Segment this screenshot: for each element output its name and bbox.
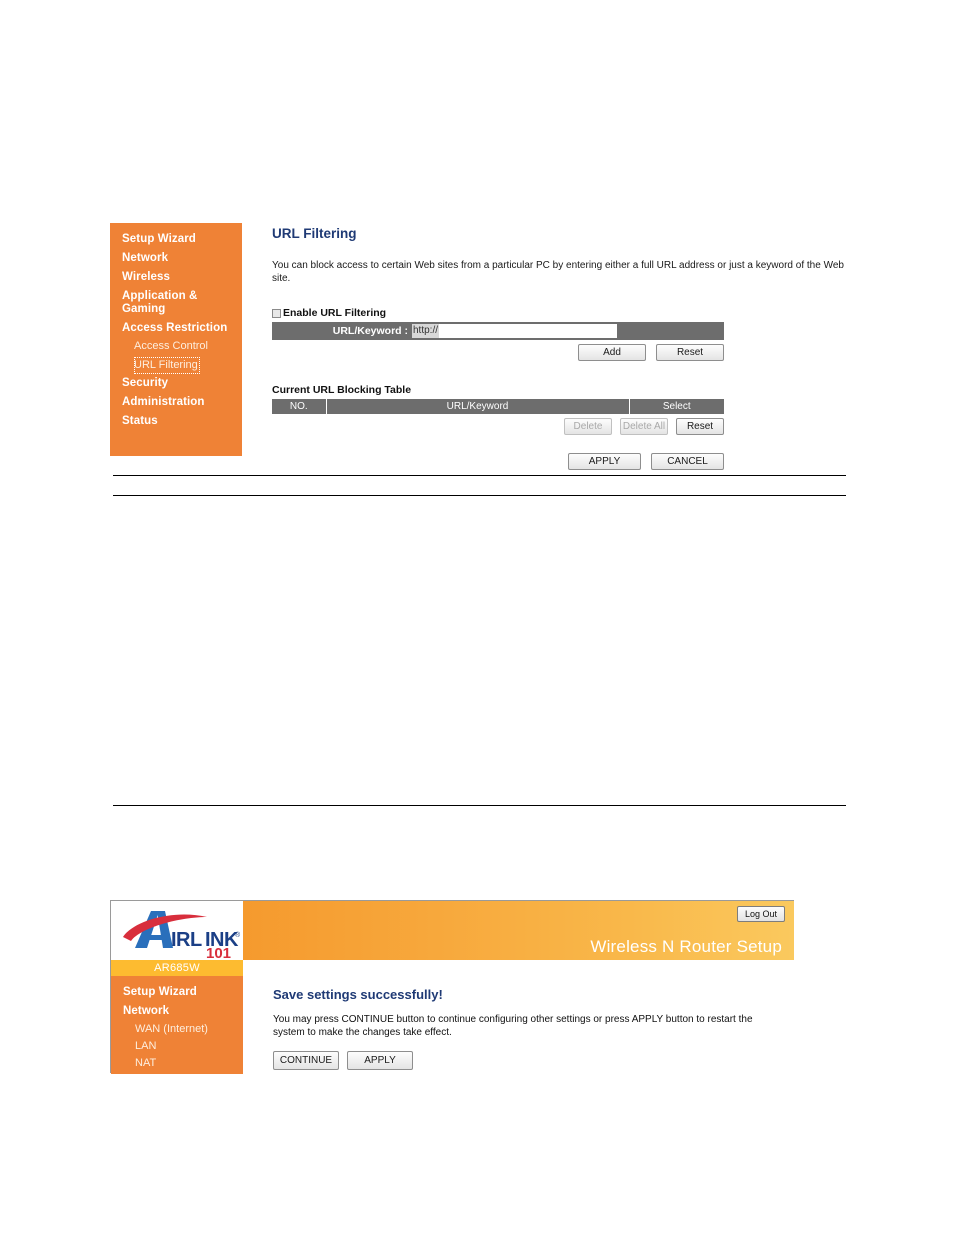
log-out-button[interactable]: Log Out [736, 906, 785, 922]
sidebar-item-application-gaming[interactable]: Application & Gaming [110, 287, 242, 319]
sidebar-item-network[interactable]: Network [111, 1002, 243, 1021]
panel2-sidebar-nav: Setup Wizard Network WAN (Internet) LAN … [111, 976, 243, 1074]
column-header-url-keyword: URL/Keyword [326, 399, 630, 414]
svg-text:101: 101 [206, 945, 231, 960]
sidebar-item-label: NAT [135, 1057, 157, 1069]
url-keyword-input[interactable] [439, 324, 618, 338]
airlink-logo-icon: IRL INK ® 101 [123, 911, 241, 962]
sidebar-item-wireless[interactable]: Wireless [110, 268, 242, 287]
header-title: Wireless N Router Setup [590, 937, 782, 956]
save-settings-screenshot: IRL INK ® 101 AR685W Setup Wizard Networ… [110, 900, 794, 1074]
panel2-logo-area: IRL INK ® 101 [111, 901, 243, 962]
panel2-sidebar-list: Setup Wizard Network WAN (Internet) LAN … [111, 976, 243, 1072]
enable-url-filtering-checkbox[interactable] [272, 308, 281, 318]
panel1-sidebar-list: Setup Wizard Network Wireless Applicatio… [110, 223, 242, 431]
sidebar-item-label: Status [122, 415, 158, 427]
sidebar-item-label: Setup Wizard [122, 233, 196, 245]
sidebar-item-label: WAN (Internet) [135, 1023, 208, 1035]
panel2-header-banner: Log Out Wireless N Router Setup [243, 901, 794, 960]
success-title: Save settings successfully! [273, 987, 443, 1002]
page-footer-buttons: APPLY CANCEL [272, 453, 724, 470]
sidebar-item-access-control[interactable]: Access Control [110, 338, 242, 355]
url-keyword-label: URL/Keyword : [332, 325, 408, 337]
url-blocking-table-caption: Current URL Blocking Table [272, 384, 412, 396]
url-blocking-table: NO. URL/Keyword Select [272, 399, 724, 414]
sidebar-item-label: Wireless [122, 271, 171, 283]
sidebar-item-label: Administration [122, 396, 205, 408]
sidebar-item-administration[interactable]: Administration [110, 393, 242, 412]
table-reset-button[interactable]: Reset [676, 418, 724, 435]
add-button[interactable]: Add [578, 344, 646, 361]
sidebar-item-label: URL Filtering [134, 359, 198, 371]
horizontal-rule-1 [113, 475, 846, 476]
sidebar-item-label: Network [123, 1005, 170, 1017]
table-header-row: NO. URL/Keyword Select [272, 399, 724, 414]
success-description: You may press CONTINUE button to continu… [273, 1014, 753, 1038]
sidebar-item-access-restriction[interactable]: Access Restriction [110, 319, 242, 338]
apply-button[interactable]: APPLY [568, 453, 641, 470]
airlink-logo: IRL INK ® 101 [111, 901, 243, 962]
column-header-select: Select [629, 399, 724, 414]
svg-text:®: ® [235, 931, 241, 939]
success-buttons: CONTINUE APPLY [273, 1051, 794, 1070]
column-header-no: NO. [272, 399, 327, 414]
url-filtering-screenshot: Setup Wizard Network Wireless Applicatio… [110, 223, 845, 470]
page-description: You can block access to certain Web site… [272, 260, 844, 284]
delete-all-button[interactable]: Delete All [620, 418, 668, 435]
panel1-sidebar-nav: Setup Wizard Network Wireless Applicatio… [110, 223, 242, 456]
reset-button[interactable]: Reset [656, 344, 724, 361]
sidebar-item-wan-internet[interactable]: WAN (Internet) [111, 1021, 243, 1038]
enable-url-filtering-label: Enable URL Filtering [283, 307, 387, 319]
router-model-badge: AR685W [111, 960, 243, 976]
sidebar-item-label: Access Restriction [122, 322, 228, 334]
sidebar-item-label: Security [122, 377, 169, 389]
sidebar-item-setup-wizard[interactable]: Setup Wizard [111, 983, 243, 1002]
sidebar-item-label: LAN [135, 1040, 157, 1052]
sidebar-item-label: Application & Gaming [122, 290, 198, 315]
continue-button[interactable]: CONTINUE [273, 1051, 339, 1070]
enable-url-filtering-row: Enable URL Filtering [272, 307, 845, 319]
cancel-button[interactable]: CANCEL [651, 453, 724, 470]
sidebar-item-nat[interactable]: NAT [111, 1055, 243, 1072]
sidebar-item-status[interactable]: Status [110, 412, 242, 431]
horizontal-rule-2 [113, 495, 846, 496]
delete-button[interactable]: Delete [564, 418, 612, 435]
svg-text:IRL: IRL [171, 929, 202, 951]
sidebar-item-label: Access Control [134, 340, 208, 352]
sidebar-item-security[interactable]: Security [110, 374, 242, 393]
sidebar-item-network[interactable]: Network [110, 249, 242, 268]
panel2-apply-button[interactable]: APPLY [347, 1051, 413, 1070]
horizontal-rule-3 [113, 805, 846, 806]
table-action-buttons: Delete Delete All Reset [272, 418, 724, 435]
url-form-buttons: Add Reset [272, 344, 724, 361]
sidebar-item-url-filtering[interactable]: URL Filtering [134, 357, 200, 374]
url-prefix-text: http:// [412, 324, 440, 338]
page-title: URL Filtering [272, 226, 357, 241]
panel1-content: URL Filtering You can block access to ce… [272, 223, 845, 470]
sidebar-item-label: Setup Wizard [123, 986, 197, 998]
sidebar-item-setup-wizard[interactable]: Setup Wizard [110, 230, 242, 249]
panel2-content: Save settings successfully! You may pres… [243, 960, 794, 1074]
url-keyword-form-row: URL/Keyword : http:// [272, 322, 724, 340]
sidebar-item-label: Network [122, 252, 169, 264]
sidebar-item-lan[interactable]: LAN [111, 1038, 243, 1055]
